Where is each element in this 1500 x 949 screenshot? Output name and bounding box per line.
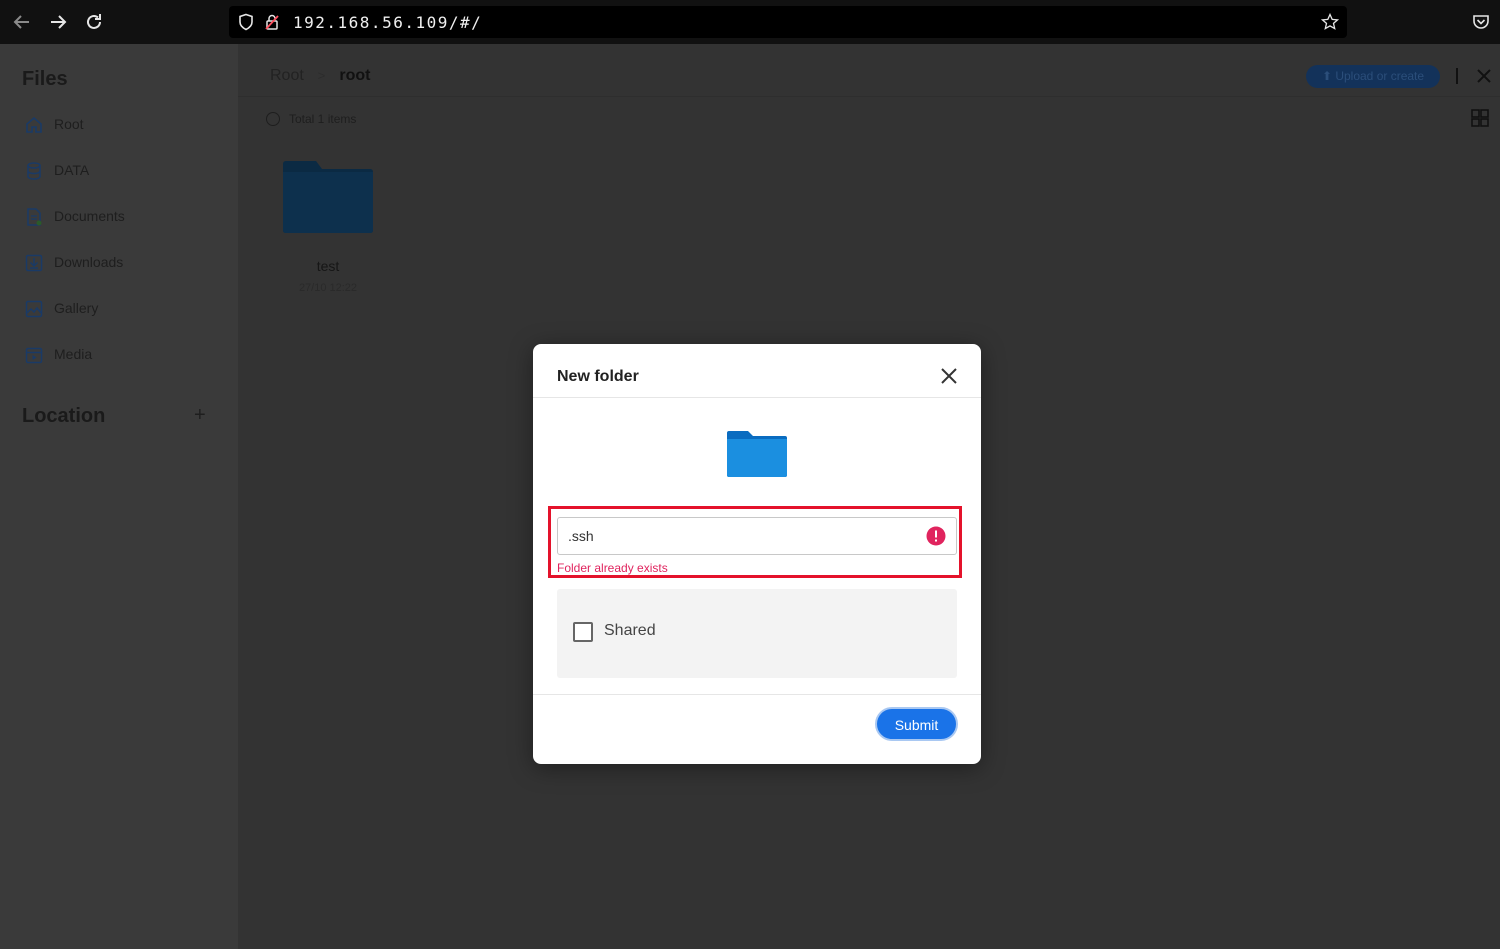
shared-option-panel: Shared (557, 589, 957, 678)
image-icon (24, 299, 44, 319)
sidebar-item-label: Media (54, 346, 93, 362)
breadcrumb-separator: > (317, 68, 326, 83)
sidebar-item-label: Root (54, 116, 84, 132)
header-divider (238, 96, 1500, 97)
upload-button-label: Upload or create (1335, 69, 1425, 83)
sidebar-item-label: Gallery (54, 300, 99, 316)
reload-icon[interactable] (82, 10, 106, 34)
sidebar-item-label: Documents (54, 208, 125, 224)
close-icon[interactable] (937, 364, 961, 388)
add-location-button[interactable]: + (194, 404, 206, 427)
browser-toolbar: 192.168.56.109/#/ (0, 0, 1500, 44)
address-bar[interactable]: 192.168.56.109/#/ (229, 6, 1347, 38)
bookmark-star-icon[interactable] (1320, 12, 1340, 31)
sidebar-item-documents[interactable]: Documents (24, 206, 224, 230)
upload-icon: ⬆ (1321, 69, 1336, 83)
error-icon (926, 526, 946, 546)
folder-name-input[interactable] (557, 517, 957, 555)
sidebar-item-media[interactable]: Media (24, 344, 224, 368)
shield-icon[interactable] (237, 13, 255, 31)
shared-checkbox[interactable] (573, 622, 593, 642)
file-item[interactable]: test 27/10 12:22 (282, 160, 374, 300)
back-arrow-icon[interactable] (10, 10, 34, 34)
sidebar-title: Files (22, 68, 68, 90)
breadcrumb-item-current: root (339, 67, 371, 84)
document-icon (24, 207, 44, 227)
error-message: Folder already exists (557, 561, 668, 575)
download-icon (24, 253, 44, 273)
insecure-lock-icon[interactable] (263, 13, 281, 31)
sidebar-item-label: Downloads (54, 254, 124, 270)
dialog-title: New folder (557, 368, 639, 385)
sidebar-item-data[interactable]: DATA (24, 160, 224, 184)
folder-icon (726, 430, 788, 478)
header-separator (1456, 68, 1458, 84)
close-icon[interactable] (1474, 66, 1494, 86)
dialog-footer-divider (533, 694, 981, 695)
shared-label[interactable]: Shared (604, 622, 656, 640)
sidebar-item-root[interactable]: Root (24, 114, 224, 138)
dialog-divider (533, 397, 981, 398)
folder-icon (283, 161, 373, 233)
location-title: Location (22, 405, 106, 427)
file-item-date: 27/10 12:22 (298, 282, 358, 294)
sidebar-item-label: DATA (54, 162, 90, 178)
breadcrumb-item-root[interactable]: Root (270, 67, 304, 84)
sidebar-item-gallery[interactable]: Gallery (24, 298, 224, 322)
url-text: 192.168.56.109/#/ (293, 13, 483, 32)
submit-button[interactable]: Submit (875, 707, 958, 741)
breadcrumb: Root > root (270, 67, 371, 85)
file-item-name: test (316, 258, 340, 274)
select-all-radio[interactable] (266, 112, 280, 126)
pocket-icon[interactable] (1471, 12, 1491, 32)
grid-view-icon[interactable] (1470, 108, 1490, 128)
new-folder-dialog: New folder Folder already exists Shared … (533, 344, 981, 764)
total-items-label: Total 1 items (289, 112, 357, 126)
sidebar-item-downloads[interactable]: Downloads (24, 252, 224, 276)
database-icon (24, 161, 44, 181)
upload-or-create-button[interactable]: ⬆ Upload or create (1306, 65, 1440, 88)
media-icon (24, 345, 44, 365)
home-icon (24, 115, 44, 135)
forward-arrow-icon[interactable] (46, 10, 70, 34)
